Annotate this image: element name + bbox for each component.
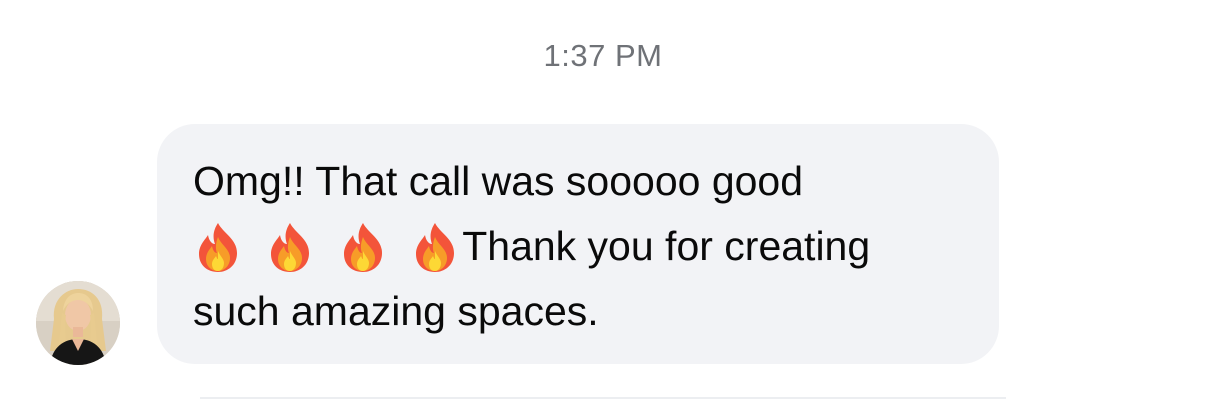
message-line-2: Thank you for creating: [193, 214, 963, 279]
fire-emoji-icon: [199, 222, 237, 272]
message-line-1: Omg!! That call was sooooo good: [193, 158, 804, 204]
avatar-photo: [36, 281, 120, 365]
fire-emoji-icon: [343, 222, 382, 272]
fire-emoji-icon: [271, 222, 310, 272]
message-bubble[interactable]: Omg!! That call was sooooo good Thank yo…: [157, 124, 999, 364]
divider: [200, 397, 1006, 399]
chat-thread: 1:37 PM Omg!! That call was sooooo good: [0, 0, 1206, 401]
message-timestamp: 1:37 PM: [543, 38, 663, 73]
fire-emoji-icon: [416, 222, 455, 272]
message-text: Omg!! That call was sooooo good Thank yo…: [193, 149, 963, 344]
message-line-2-text: Thank you for creating: [462, 223, 871, 269]
fire-emoji-group: [193, 217, 460, 282]
avatar[interactable]: [36, 281, 120, 365]
message-line-3: such amazing spaces.: [193, 288, 599, 334]
